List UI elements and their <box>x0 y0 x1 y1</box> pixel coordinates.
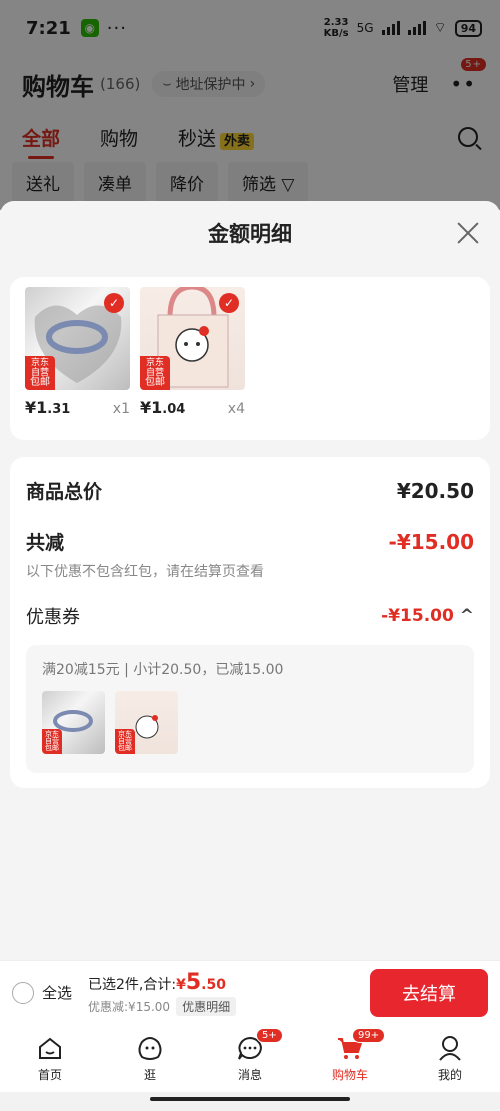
coupon-item-thumb: 京东自营 包邮 <box>42 691 105 754</box>
sheet-header: 金额明细 <box>0 201 500 265</box>
selected-text: 已选2件,合计: <box>88 976 177 993</box>
nav-label: 消息 <box>237 1067 262 1082</box>
checkout-bar: 全选 已选2件,合计: ¥5.50 优惠减:¥15.00 优惠明细 去结算 <box>0 960 500 1024</box>
amount-detail-sheet: 金额明细 ✓ 京东自营 包邮 ¥1.31 x1 ✓ 京东自营 包邮 ¥1.04 … <box>0 201 500 961</box>
coupon-value-wrap: -¥15.00 ^ <box>381 606 474 626</box>
price-int: ¥1 <box>140 398 163 417</box>
discount-text: 优惠减:¥15.00 <box>88 999 171 1014</box>
close-icon[interactable] <box>456 221 480 245</box>
coupon-value: -¥15.00 <box>381 606 454 626</box>
selected-check-icon[interactable]: ✓ <box>219 293 239 313</box>
reduce-label: 共减 <box>26 532 65 554</box>
tag-bottom: 包邮 <box>30 377 50 388</box>
nav-messages[interactable]: 消息 5+ <box>200 1024 300 1092</box>
nav-label: 首页 <box>37 1067 62 1082</box>
price-dec: .04 <box>162 402 186 417</box>
nav-label: 逛 <box>143 1067 156 1082</box>
item-qty: x1 <box>112 401 130 417</box>
item-tag: 京东自营 包邮 <box>140 356 170 390</box>
tag-top: 京东自营 <box>145 358 164 378</box>
tag-top: 京东自营 <box>45 730 59 745</box>
home-indicator[interactable] <box>150 1097 350 1101</box>
tag-top: 京东自营 <box>30 358 49 378</box>
home-icon <box>39 1037 61 1059</box>
coupon-row[interactable]: 优惠券 -¥15.00 ^ <box>26 603 474 629</box>
item-price: ¥1.04 <box>140 398 185 417</box>
selected-check-icon[interactable]: ✓ <box>104 293 124 313</box>
item-price: ¥1.31 <box>25 398 70 417</box>
select-all-radio[interactable] <box>12 981 34 1004</box>
mini-tag: 京东自营 包邮 <box>42 729 62 754</box>
chevron-up-icon: ^ <box>459 606 474 626</box>
reduce-value: -¥15.00 <box>388 529 474 554</box>
total-value: ¥20.50 <box>396 478 474 503</box>
items-card: ✓ 京东自营 包邮 ¥1.31 x1 ✓ 京东自营 包邮 ¥1.04 x4 <box>10 277 490 440</box>
tag-bottom: 包邮 <box>145 377 165 388</box>
summary-card: 商品总价 ¥20.50 共减 -¥15.00 以下优惠不包含红包，请在结算页查看… <box>10 457 490 788</box>
cart-badge: 99+ <box>352 1028 386 1043</box>
coupon-label: 优惠券 <box>26 607 80 628</box>
total-label: 商品总价 <box>26 481 103 503</box>
nav-home[interactable]: 首页 <box>0 1024 100 1092</box>
coupon-desc: 满20减15元 | 小计20.50，已减15.00 <box>42 662 284 678</box>
checkout-totals: 已选2件,合计: ¥5.50 优惠减:¥15.00 优惠明细 <box>88 970 237 1016</box>
checkout-button[interactable]: 去结算 <box>370 968 488 1017</box>
list-item[interactable]: ✓ 京东自营 包邮 ¥1.04 x4 <box>140 287 245 430</box>
select-all-label[interactable]: 全选 <box>42 982 72 1003</box>
tag-bottom: 包邮 <box>45 744 59 752</box>
nav-label: 购物车 <box>331 1067 368 1082</box>
tag-bottom: 包邮 <box>118 744 132 752</box>
amount-dec: .50 <box>201 976 226 993</box>
message-badge: 5+ <box>256 1028 283 1043</box>
price-int: ¥1 <box>25 398 48 417</box>
amount-int: 5 <box>185 969 202 995</box>
item-qty: x4 <box>227 401 245 417</box>
discount-detail-button[interactable]: 优惠明细 <box>176 996 237 1016</box>
product-image: ✓ 京东自营 包邮 <box>140 287 245 390</box>
coupon-detail-box: 满20减15元 | 小计20.50，已减15.00 京东自营 包邮 京东自营 包邮 <box>26 645 474 773</box>
list-item[interactable]: ✓ 京东自营 包邮 ¥1.31 x1 <box>25 287 130 430</box>
nav-browse[interactable]: 逛 <box>100 1024 200 1092</box>
currency: ¥ <box>176 976 186 993</box>
reduce-note: 以下优惠不包含红包，请在结算页查看 <box>26 564 264 580</box>
profile-icon <box>439 1035 461 1061</box>
nav-cart[interactable]: 购物车 99+ <box>300 1024 400 1092</box>
nav-profile[interactable]: 我的 <box>400 1024 500 1092</box>
mini-tag: 京东自营 包邮 <box>115 729 135 754</box>
nav-label: 我的 <box>437 1067 462 1082</box>
overlay-scrim[interactable] <box>0 0 500 210</box>
tag-top: 京东自营 <box>118 730 132 745</box>
browse-icon <box>138 1036 162 1060</box>
product-image: ✓ 京东自营 包邮 <box>25 287 130 390</box>
total-amount: ¥5.50 <box>176 970 226 995</box>
bottom-nav: 首页 逛 消息 5+ 购物车 99+ 我的 <box>0 1024 500 1092</box>
coupon-item-thumb: 京东自营 包邮 <box>115 691 178 754</box>
item-tag: 京东自营 包邮 <box>25 356 55 390</box>
price-dec: .31 <box>47 402 71 417</box>
sheet-title: 金额明细 <box>208 222 292 246</box>
